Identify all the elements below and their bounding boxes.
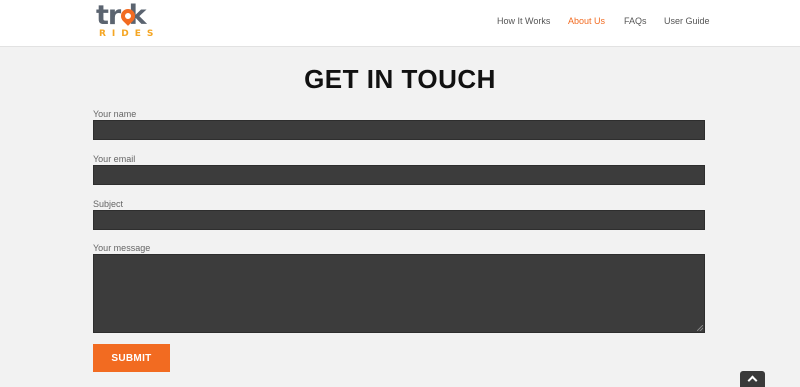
name-label: Your name [93,109,137,119]
nav-faqs[interactable]: FAQs [624,16,647,26]
site-header: tr k RIDES How It Works About Us FAQs Us… [0,0,800,47]
submit-button[interactable]: SUBMIT [93,344,170,372]
page-title: GET IN TOUCH [304,64,496,94]
message-field[interactable] [93,254,705,333]
email-field[interactable] [93,165,705,185]
nav-about-us[interactable]: About Us [568,16,605,26]
nav-user-guide[interactable]: User Guide [664,16,710,26]
message-label: Your message [93,243,151,253]
subject-label: Subject [93,199,124,209]
name-field[interactable] [93,120,705,140]
logo-subtitle: RIDES [99,29,160,39]
chevron-up-icon[interactable] [740,371,765,387]
subject-field[interactable] [93,210,705,230]
resize-handle-icon[interactable] [697,325,703,331]
nav-how-it-works[interactable]: How It Works [497,16,550,26]
email-label: Your email [93,154,136,164]
trek-rides-logo[interactable]: tr k RIDES [96,2,160,42]
